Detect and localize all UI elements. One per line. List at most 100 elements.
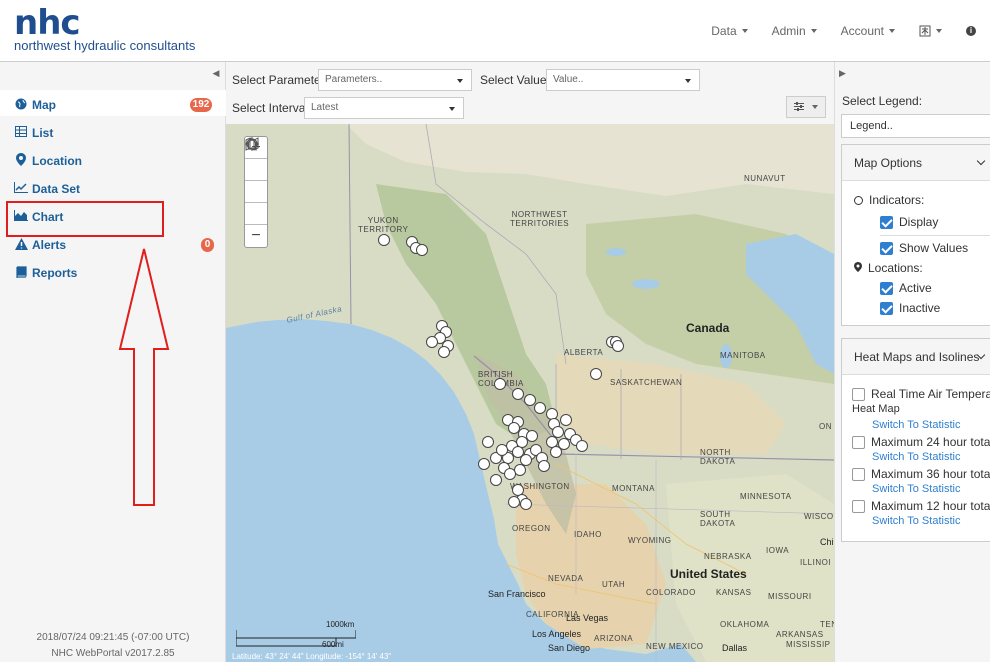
map-view[interactable]: + − NUNAVUT YUKON TERRITORY NORTHWEST TE…	[226, 124, 834, 662]
inactive-checkbox[interactable]	[880, 301, 893, 315]
footer-version: NHC WebPortal v2017.2.85	[51, 648, 175, 659]
station-marker[interactable]	[482, 436, 494, 448]
heat-maps-header[interactable]: Heat Maps and Isolines	[842, 339, 990, 375]
station-marker[interactable]	[512, 388, 524, 400]
locations-label: Locations:	[868, 261, 923, 275]
collapse-right-panel-button[interactable]: ▶	[839, 68, 846, 79]
switch-statistic-link[interactable]: Switch To Statistic	[872, 515, 960, 527]
language-menu[interactable]	[919, 25, 942, 37]
table-icon	[14, 126, 28, 140]
heat-item-air-temp[interactable]: Real Time Air Temperatur	[852, 387, 990, 401]
station-marker[interactable]	[494, 378, 506, 390]
parameter-select[interactable]: Parameters..	[318, 69, 472, 91]
map-label-nunavut: NUNAVUT	[744, 174, 786, 183]
interval-label: Select Interval:	[232, 101, 312, 115]
show-values-checkbox[interactable]	[880, 241, 893, 255]
active-checkbox[interactable]	[880, 281, 893, 295]
heat-max-12-checkbox[interactable]	[852, 499, 865, 513]
sliders-icon	[794, 101, 805, 111]
display-checkbox[interactable]	[880, 215, 893, 229]
map-label-arizona: ARIZONA	[594, 634, 634, 643]
sidebar-item-location[interactable]: Location	[14, 152, 82, 170]
station-marker[interactable]	[504, 468, 516, 480]
station-marker[interactable]	[496, 444, 508, 456]
home-button[interactable]	[245, 138, 267, 181]
map-options-card: Map Options Indicators: Display Show Val…	[841, 144, 990, 326]
basemap-button[interactable]	[245, 137, 267, 225]
map-label-ten: TEN	[820, 620, 834, 629]
switch-statistic-link[interactable]: Switch To Statistic	[872, 419, 960, 431]
scale-km-label: 1000km	[326, 620, 355, 629]
map-label-south-dakota: SOUTH DAKOTA	[700, 510, 736, 528]
locate-button[interactable]	[245, 137, 267, 203]
map-label-yukon: YUKON TERRITORY	[358, 216, 409, 234]
parameter-label: Select Parameter:	[232, 73, 329, 87]
station-marker[interactable]	[520, 498, 532, 510]
logo-text: nhc	[14, 3, 81, 43]
language-icon	[919, 25, 931, 37]
zoom-out-button[interactable]: −	[245, 225, 267, 247]
legend-select[interactable]: Legend..	[841, 114, 990, 138]
sidebar-item-reports[interactable]: Reports	[14, 264, 77, 282]
station-marker[interactable]	[508, 496, 520, 508]
value-select[interactable]: Value..	[546, 69, 700, 91]
station-marker[interactable]	[550, 446, 562, 458]
heat-air-temp-checkbox[interactable]	[852, 387, 865, 401]
nav-account-menu[interactable]: Account	[841, 24, 895, 38]
sidebar-item-alerts[interactable]: Alerts	[14, 236, 66, 254]
station-marker[interactable]	[378, 234, 390, 246]
chevron-down-icon	[457, 79, 463, 83]
chevron-down-icon	[976, 156, 986, 166]
heat-item-max-24[interactable]: Maximum 24 hour total	[852, 435, 990, 449]
top-nav: Data Admin Account i	[711, 24, 990, 38]
heat-max-36-checkbox[interactable]	[852, 467, 865, 481]
nhc-logo[interactable]: nhc northwest hydraulic consultants	[14, 3, 195, 53]
scale-mi-label: 600mi	[322, 640, 344, 649]
station-marker[interactable]	[478, 458, 490, 470]
map-options-header[interactable]: Map Options	[842, 145, 990, 181]
station-marker[interactable]	[438, 346, 450, 358]
options-divider	[880, 235, 990, 236]
station-marker[interactable]	[590, 368, 602, 380]
value-label: Select Value:	[480, 73, 550, 87]
nav-admin-menu[interactable]: Admin	[772, 24, 817, 38]
station-marker[interactable]	[576, 440, 588, 452]
switch-statistic-link[interactable]: Switch To Statistic	[872, 451, 960, 463]
active-checkbox-row[interactable]: Active	[880, 281, 932, 295]
display-checkbox-row[interactable]: Display	[880, 215, 938, 229]
show-values-checkbox-row[interactable]: Show Values	[880, 241, 968, 255]
sidebar-item-list[interactable]: List	[14, 124, 53, 142]
collapse-sidebar-button[interactable]: ◀	[208, 68, 224, 84]
parameter-select-value: Parameters..	[325, 74, 383, 85]
sidebar-item-map[interactable]: Map	[14, 96, 56, 114]
heat-item-max-12[interactable]: Maximum 12 hour total	[852, 499, 990, 513]
station-marker[interactable]	[538, 460, 550, 472]
chart-highlight-box	[6, 201, 164, 237]
heat-max-24-checkbox[interactable]	[852, 435, 865, 449]
nav-data-label: Data	[711, 24, 737, 38]
heat-item-max-36[interactable]: Maximum 36 hour total	[852, 467, 990, 481]
nav-data-menu[interactable]: Data	[711, 24, 748, 38]
map-label-colorado: COLORADO	[646, 588, 696, 597]
chevron-down-icon	[685, 79, 691, 83]
map-label-sask: SASKATCHEWAN	[610, 378, 683, 387]
sidebar-item-data-set[interactable]: Data Set	[14, 180, 80, 198]
sidebar-footer: 2018/07/24 09:21:45 (-07:00 UTC) NHC Web…	[0, 630, 226, 662]
info-icon[interactable]: i	[966, 26, 976, 36]
map-label-manitoba: MANITOBA	[720, 351, 766, 360]
map-label-san-diego: San Diego	[548, 643, 591, 653]
station-marker[interactable]	[416, 244, 428, 256]
station-marker[interactable]	[490, 474, 502, 486]
map-label-minnesota: MINNESOTA	[740, 492, 792, 501]
map-label-nebraska: NEBRASKA	[704, 552, 752, 561]
filter-settings-button[interactable]	[786, 96, 826, 118]
station-marker[interactable]	[560, 414, 572, 426]
heat-maps-title: Heat Maps and Isolines	[854, 350, 980, 364]
station-marker[interactable]	[612, 340, 624, 352]
interval-select[interactable]: Latest	[304, 97, 464, 119]
station-marker[interactable]	[426, 336, 438, 348]
inactive-checkbox-row[interactable]: Inactive	[880, 301, 940, 315]
station-marker[interactable]	[534, 402, 546, 414]
switch-statistic-link[interactable]: Switch To Statistic	[872, 483, 960, 495]
map-count-badge: 192	[190, 98, 212, 112]
